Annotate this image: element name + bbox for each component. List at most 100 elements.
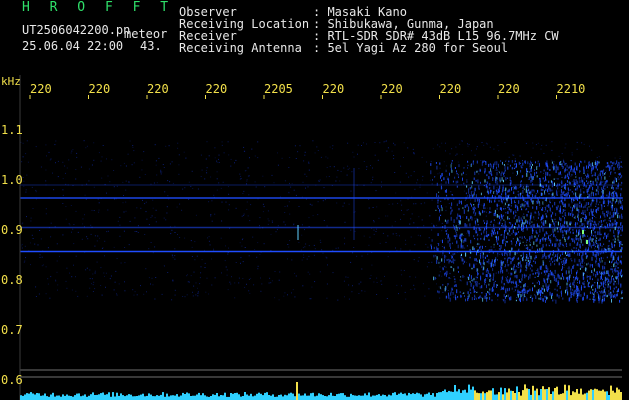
meteor-echo xyxy=(498,191,500,193)
noise-dot xyxy=(146,218,148,220)
meteor-echo xyxy=(470,275,472,279)
meteor-echo xyxy=(508,222,510,224)
meteor-echo xyxy=(528,194,530,198)
meteor-echo xyxy=(586,220,588,225)
meteor-echo xyxy=(562,245,564,247)
spectrum-bar xyxy=(438,392,440,400)
spectrum-bar xyxy=(350,393,352,400)
meteor-echo xyxy=(573,247,575,249)
noise-dot xyxy=(486,211,487,213)
noise-dot xyxy=(75,169,77,170)
freq-tick-label: 0.6 xyxy=(1,373,23,387)
meteor-echo xyxy=(565,167,566,171)
noise-dot xyxy=(116,294,118,296)
noise-dot xyxy=(528,206,530,208)
noise-dot xyxy=(216,189,218,191)
noise-dot xyxy=(329,146,331,148)
meteor-echo xyxy=(612,204,613,207)
meteor-echo xyxy=(530,249,532,252)
meteor-echo xyxy=(471,267,473,270)
noise-dot xyxy=(144,203,146,205)
noise-dot xyxy=(590,275,592,277)
noise-dot xyxy=(47,247,49,249)
noise-dot xyxy=(69,224,71,226)
noise-dot xyxy=(344,243,345,245)
meteor-echo xyxy=(590,183,592,187)
meteor-echo xyxy=(567,253,569,256)
noise-dot xyxy=(497,255,499,257)
spectrum-bar xyxy=(360,395,362,400)
meteor-echo xyxy=(535,161,536,164)
meteor-echo xyxy=(472,279,474,282)
meteor-echo xyxy=(554,288,556,291)
meteor-echo xyxy=(576,250,578,252)
meteor-echo xyxy=(590,165,592,167)
meteor-echo xyxy=(598,285,600,289)
noise-dot xyxy=(218,158,219,160)
noise-dot xyxy=(77,231,79,233)
meteor-echo xyxy=(504,257,506,260)
noise-dot xyxy=(576,148,578,150)
noise-dot xyxy=(438,172,440,174)
meteor-echo xyxy=(604,219,606,221)
noise-dot xyxy=(145,201,147,203)
meteor-echo xyxy=(577,288,579,292)
meteor-echo xyxy=(574,258,576,263)
noise-dot xyxy=(66,287,68,289)
spectrum-bar xyxy=(374,395,376,400)
meteor-echo xyxy=(596,252,598,254)
meteor-echo xyxy=(533,223,535,228)
noise-dot xyxy=(307,271,309,273)
spectrum-bar xyxy=(604,391,606,400)
meteor-echo xyxy=(568,270,570,274)
meteor-echo xyxy=(549,238,551,242)
meteor-echo xyxy=(560,205,561,208)
meteor-echo xyxy=(587,276,589,278)
spectrum-bar xyxy=(524,384,526,400)
noise-dot xyxy=(437,173,439,175)
meteor-echo xyxy=(509,297,511,301)
spectrum-bar xyxy=(370,396,372,400)
noise-dot xyxy=(226,274,228,276)
meteor-echo xyxy=(543,298,545,302)
noise-dot xyxy=(246,283,247,285)
meteor-echo xyxy=(504,249,506,252)
meteor-echo xyxy=(603,243,605,245)
meteor-echo xyxy=(467,295,469,298)
meteor-echo xyxy=(453,268,455,272)
meteor-echo xyxy=(603,270,605,274)
meteor-echo xyxy=(597,190,599,195)
meteor-echo xyxy=(486,225,488,230)
noise-dot xyxy=(132,147,134,148)
noise-dot xyxy=(375,190,377,192)
noise-dot xyxy=(394,172,396,173)
meteor-echo xyxy=(488,187,490,190)
meteor-echo xyxy=(597,250,599,252)
noise-dot xyxy=(373,233,375,235)
spectrum-bar xyxy=(406,395,408,400)
meteor-echo xyxy=(546,197,547,202)
meteor-echo xyxy=(458,176,459,178)
meteor-echo xyxy=(552,166,554,169)
spectrum-bar xyxy=(516,386,518,400)
noise-dot xyxy=(41,256,43,258)
meteor-echo xyxy=(615,269,617,273)
noise-dot xyxy=(172,279,174,281)
noise-dot xyxy=(532,147,534,149)
noise-dot xyxy=(187,274,188,276)
meteor-echo xyxy=(598,290,600,293)
meteor-echo xyxy=(591,211,593,215)
noise-dot xyxy=(333,166,335,168)
noise-dot xyxy=(413,259,415,261)
noise-dot xyxy=(289,213,291,215)
noise-dot xyxy=(174,258,176,260)
meteor-echo xyxy=(439,286,441,289)
spectrum-bar xyxy=(564,384,566,400)
meteor-echo xyxy=(455,232,457,234)
meteor-echo xyxy=(578,185,580,188)
spectrum-bar xyxy=(122,395,124,400)
meteor-echo xyxy=(539,184,541,187)
noise-dot xyxy=(605,273,607,275)
noise-dot xyxy=(243,190,245,192)
noise-dot xyxy=(497,240,499,241)
